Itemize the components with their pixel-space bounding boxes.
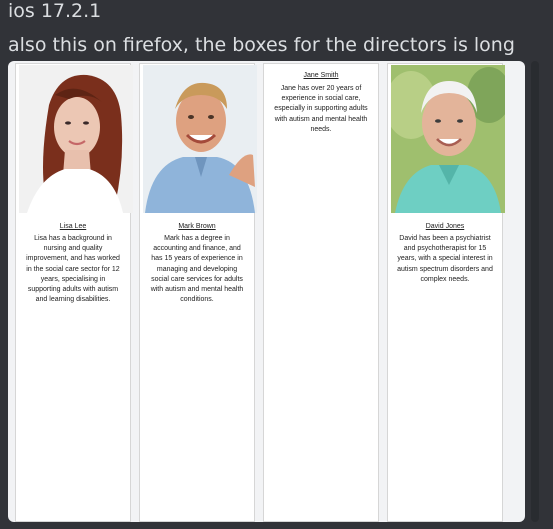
director-photo-lisa-lee [19, 65, 133, 213]
director-bio-lisa-lee: Lisa has a background in nursing and qua… [26, 235, 120, 304]
director-bio-jane-smith: Jane has over 20 years of experience in … [274, 85, 368, 133]
director-photo-david-jones [391, 65, 505, 213]
director-card-david-jones: David Jones David has been a psychiatris… [387, 63, 505, 522]
attachment-scrollbar[interactable] [531, 61, 539, 522]
director-name-jane-smith[interactable]: Jane Smith [264, 72, 378, 79]
message-line-description: also this on firefox, the boxes for the … [8, 34, 515, 56]
director-bio-mark-brown: Mark has a degree in accounting and fina… [150, 235, 244, 304]
screenshot-attachment[interactable]: Lisa Lee Lisa has a background in nursin… [8, 61, 525, 522]
director-name-mark-brown[interactable]: Mark Brown [140, 223, 254, 230]
message-line-ios-version: ios 17.2.1 [8, 0, 102, 22]
director-card-jane-smith: Jane Smith Jane has over 20 years of exp… [263, 63, 379, 522]
director-name-david-jones[interactable]: David Jones [388, 223, 502, 230]
director-card-mark-brown: Mark Brown Mark has a degree in accounti… [139, 63, 257, 522]
director-photo-mark-brown [143, 65, 257, 213]
director-bio-david-jones: David has been a psychiatrist and psycho… [397, 235, 493, 283]
attachment-scrollbar-thumb[interactable] [531, 61, 539, 522]
director-card-lisa-lee: Lisa Lee Lisa has a background in nursin… [15, 63, 133, 522]
director-name-lisa-lee[interactable]: Lisa Lee [16, 223, 130, 230]
